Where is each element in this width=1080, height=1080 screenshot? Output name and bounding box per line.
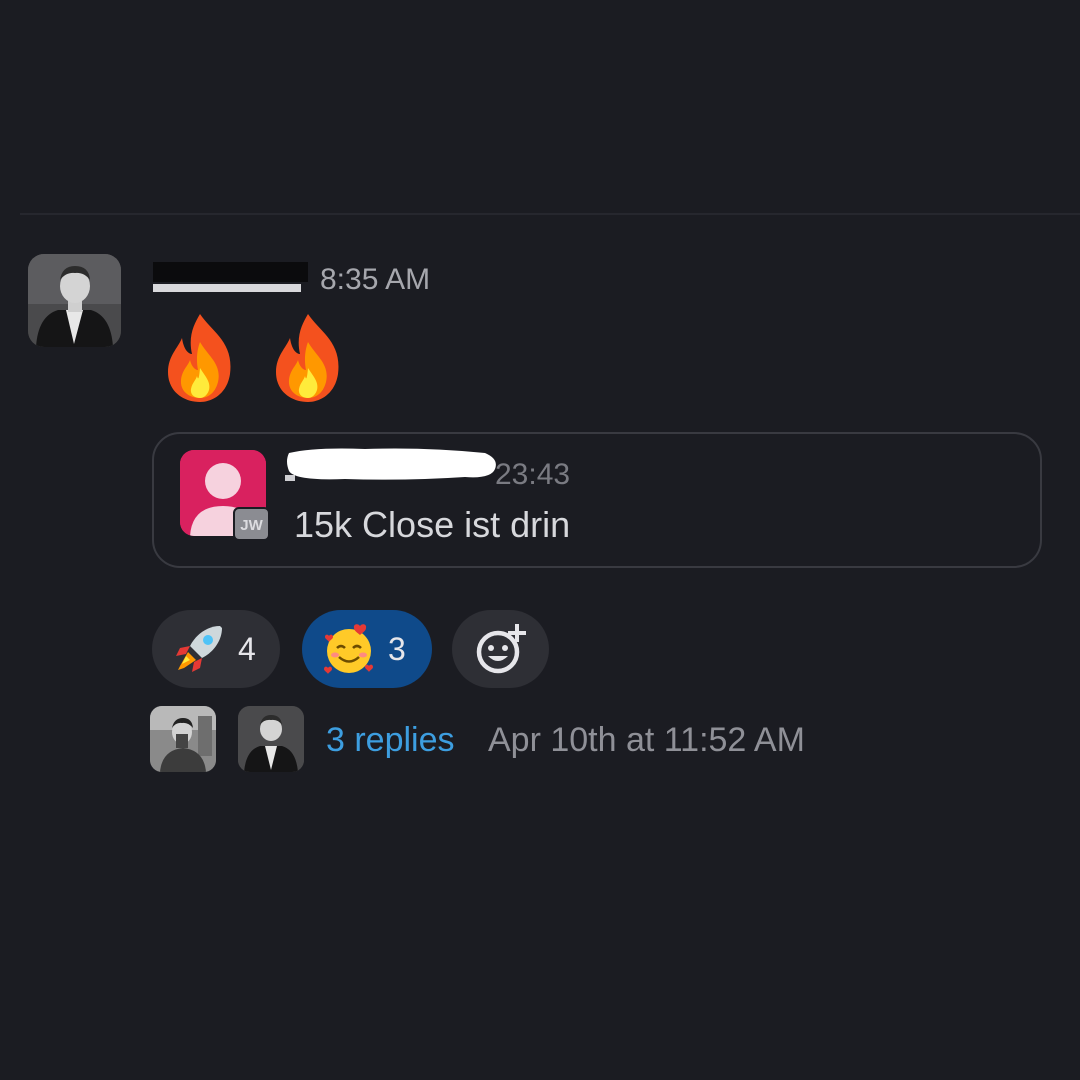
rocket-icon xyxy=(176,626,222,672)
reply-avatar[interactable] xyxy=(238,706,304,772)
replies-count-link[interactable]: 3 replies xyxy=(326,720,455,760)
reply-avatar[interactable] xyxy=(150,706,216,772)
quote-timestamp: 23:43 xyxy=(495,458,571,491)
add-reaction-icon xyxy=(476,624,526,674)
person-photo-icon xyxy=(28,254,121,347)
quote-author-initials-badge: JW xyxy=(233,507,270,541)
slack-message-view: 8:35 AM JW 23:43 15k Close ist drin 4 3 … xyxy=(0,0,1080,1080)
fire-emoji-icon xyxy=(276,314,339,402)
reaction-count: 3 xyxy=(388,631,406,667)
message-timestamp[interactable]: 8:35 AM xyxy=(320,262,430,298)
author-name-redacted[interactable] xyxy=(153,262,308,292)
quote-message-text: 15k Close ist drin xyxy=(294,504,571,545)
person-photo-icon xyxy=(238,706,304,772)
fire-emoji-icon xyxy=(168,314,231,402)
author-avatar[interactable] xyxy=(28,254,121,347)
message-divider xyxy=(20,213,1080,215)
last-reply-timestamp: Apr 10th at 11:52 AM xyxy=(488,721,805,759)
add-reaction-button[interactable] xyxy=(452,610,549,688)
reaction-smiling-face-with-hearts[interactable]: 3 xyxy=(302,610,432,688)
quote-author-name-redacted xyxy=(285,448,496,481)
smiling-face-with-hearts-icon xyxy=(324,624,373,674)
person-photo-icon xyxy=(150,706,216,772)
reaction-count: 4 xyxy=(238,631,256,667)
reaction-rocket[interactable]: 4 xyxy=(152,610,280,688)
